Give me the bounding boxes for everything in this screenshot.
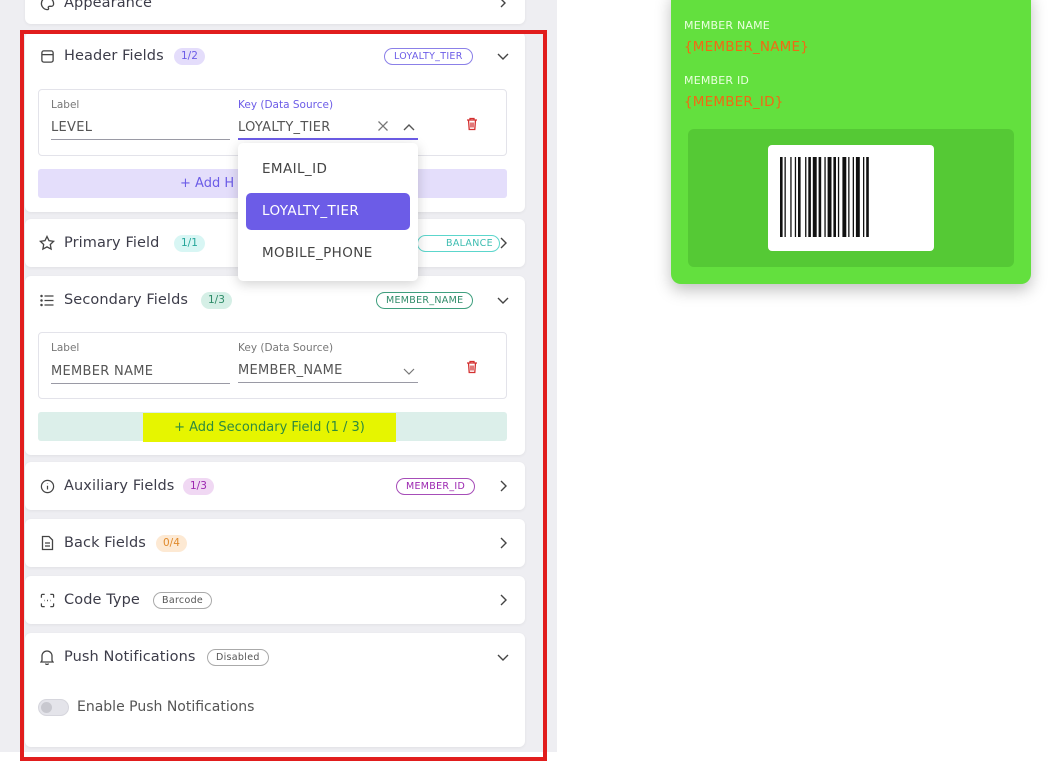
label-caption: Label [51, 99, 80, 111]
primary-field-title: Primary Field [64, 235, 160, 251]
push-toggle-label: Enable Push Notifications [77, 699, 255, 715]
back-fields-section[interactable]: Back Fields 0/4 [25, 519, 525, 567]
code-type-section[interactable]: Code Type Barcode [25, 576, 525, 624]
auxiliary-fields-title: Auxiliary Fields [64, 478, 175, 494]
trash-icon[interactable] [466, 116, 480, 131]
chevron-down-icon[interactable] [495, 48, 511, 64]
back-fields-title: Back Fields [64, 535, 146, 551]
push-status-badge: Disabled [207, 648, 269, 666]
palette-icon [38, 0, 56, 12]
document-icon [38, 534, 56, 552]
chevron-right-icon[interactable] [495, 0, 511, 11]
label-input[interactable]: LEVEL [51, 118, 230, 140]
member-name-label: MEMBER NAME [684, 19, 770, 32]
key-dropdown-menu: EMAIL_ID LOYALTY_TIER MOBILE_PHONE [238, 143, 418, 281]
key-select[interactable]: LOYALTY_TIER [238, 118, 418, 140]
member-id-label: MEMBER ID [684, 74, 750, 87]
key-select[interactable]: MEMBER_NAME [238, 361, 418, 383]
trash-icon[interactable] [466, 359, 480, 374]
primary-key-badge: BALANCE [417, 234, 500, 252]
dropdown-option-mobile-phone[interactable]: MOBILE_PHONE [246, 235, 410, 272]
back-fields-count: 0/4 [156, 534, 187, 552]
header-layout-icon [38, 47, 56, 65]
label-caption: Label [51, 342, 80, 354]
chevron-up-icon[interactable] [403, 118, 415, 137]
list-icon [38, 291, 56, 309]
secondary-fields-count: 1/3 [201, 291, 232, 309]
clear-icon[interactable] [377, 117, 389, 136]
code-type-badge: Barcode [153, 591, 213, 609]
chevron-down-icon[interactable] [495, 292, 511, 308]
primary-field-count: 1/1 [174, 234, 205, 252]
header-key-badge: LOYALTY_TIER [384, 47, 473, 65]
chevron-down-icon[interactable] [403, 361, 415, 380]
auxiliary-fields-count: 1/3 [183, 477, 214, 495]
pass-preview-card: MEMBER NAME {MEMBER_NAME} MEMBER ID {MEM… [671, 0, 1031, 284]
code-type-title: Code Type [64, 592, 140, 608]
auxiliary-key-badge: MEMBER_ID [396, 477, 476, 495]
auxiliary-fields-section[interactable]: Auxiliary Fields 1/3 MEMBER_ID [25, 462, 525, 510]
star-icon [38, 234, 56, 252]
chevron-right-icon[interactable] [495, 478, 511, 494]
secondary-field-row: Label MEMBER NAME Key (Data Source) MEMB… [38, 332, 507, 399]
header-fields-count: 1/2 [174, 47, 205, 65]
key-caption: Key (Data Source) [238, 342, 334, 354]
add-secondary-field-button[interactable]: + Add Secondary Field (1 / 3) [143, 413, 396, 442]
toggle-knob [41, 702, 52, 713]
barcode-image [768, 145, 934, 251]
member-id-value: {MEMBER_ID} [684, 94, 784, 110]
push-notifications-section: Push Notifications Disabled [25, 633, 525, 747]
key-caption: Key (Data Source) [238, 99, 334, 111]
member-name-value: {MEMBER_NAME} [684, 39, 810, 55]
barcode-area [688, 129, 1014, 267]
header-fields-title: Header Fields [64, 48, 164, 64]
chevron-right-icon[interactable] [495, 592, 511, 608]
bell-icon [38, 648, 56, 666]
chevron-right-icon[interactable] [495, 535, 511, 551]
push-notifications-title: Push Notifications [64, 649, 196, 665]
secondary-fields-title: Secondary Fields [64, 292, 189, 308]
chevron-right-icon[interactable] [495, 235, 511, 251]
dropdown-option-email-id[interactable]: EMAIL_ID [246, 151, 410, 188]
chevron-down-icon[interactable] [495, 649, 511, 665]
dropdown-option-loyalty-tier[interactable]: LOYALTY_TIER [246, 193, 410, 230]
scan-icon [38, 591, 56, 609]
appearance-title: Appearance [64, 0, 153, 11]
secondary-fields-section: Secondary Fields 1/3 MEMBER_NAME Label M… [25, 276, 525, 455]
push-notifications-toggle[interactable] [38, 699, 69, 716]
appearance-section[interactable]: Appearance [25, 0, 525, 24]
secondary-key-badge: MEMBER_NAME [376, 291, 474, 309]
add-secondary-field-row: + Add Secondary Field (1 / 3) [38, 412, 507, 442]
info-icon [38, 477, 56, 495]
label-input[interactable]: MEMBER NAME [51, 362, 230, 384]
